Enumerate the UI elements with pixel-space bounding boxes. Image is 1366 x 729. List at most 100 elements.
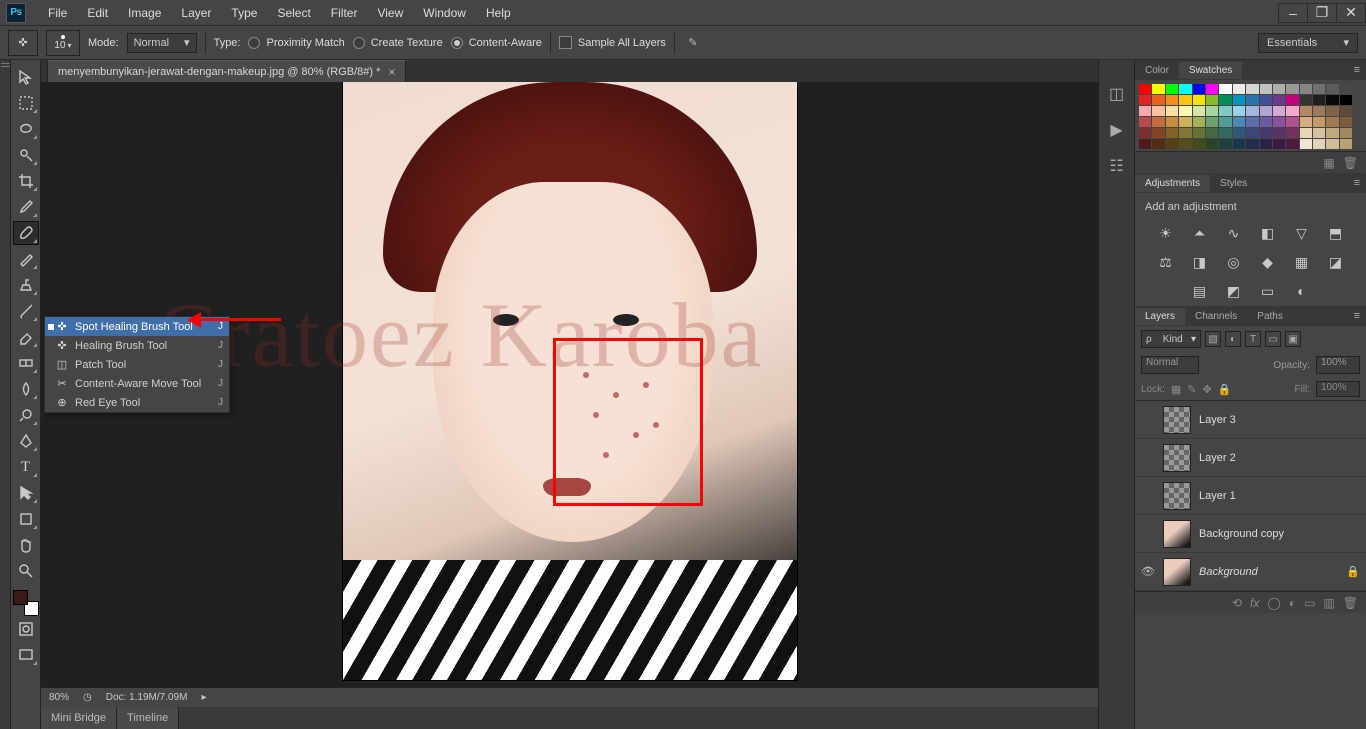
swatch[interactable]	[1179, 128, 1191, 138]
blur-tool[interactable]	[13, 377, 39, 401]
swatch[interactable]	[1206, 139, 1218, 149]
shape-tool[interactable]	[13, 507, 39, 531]
swatch-grid[interactable]	[1139, 84, 1362, 149]
pressure-size-icon[interactable]: ✎	[683, 33, 703, 53]
panel-menu-icon[interactable]: ≡	[1348, 64, 1366, 76]
swatch[interactable]	[1273, 95, 1285, 105]
swatch[interactable]	[1152, 84, 1164, 94]
mask-icon[interactable]: ◯	[1267, 596, 1280, 610]
swatch[interactable]	[1326, 84, 1338, 94]
flyout-red-eye[interactable]: ⊕ Red Eye Tool J	[45, 393, 229, 412]
adjustment-layer-icon[interactable]: ◐	[1289, 596, 1296, 610]
swatch[interactable]	[1233, 128, 1245, 138]
foreground-background-colors[interactable]	[13, 590, 39, 616]
lock-position-icon[interactable]: ✥	[1203, 383, 1212, 396]
tab-channels[interactable]: Channels	[1185, 308, 1247, 325]
swatch[interactable]	[1260, 106, 1272, 116]
swatch[interactable]	[1152, 128, 1164, 138]
menu-filter[interactable]: Filter	[321, 2, 368, 24]
tab-styles[interactable]: Styles	[1210, 175, 1257, 192]
swatch[interactable]	[1300, 117, 1312, 127]
swatch[interactable]	[1152, 106, 1164, 116]
swatch[interactable]	[1340, 117, 1352, 127]
swatch[interactable]	[1206, 117, 1218, 127]
radio-texture[interactable]: Create Texture	[353, 37, 443, 49]
swatch[interactable]	[1166, 128, 1178, 138]
zoom-value[interactable]: 80%	[49, 692, 69, 703]
minimize-button[interactable]: –	[1278, 3, 1308, 23]
swatch[interactable]	[1260, 117, 1272, 127]
swatch[interactable]	[1233, 95, 1245, 105]
fx-icon[interactable]: fx	[1250, 596, 1259, 610]
posterize-icon[interactable]: ▤	[1191, 283, 1209, 300]
filter-pixel-icon[interactable]: ▧	[1205, 331, 1221, 347]
document-tab[interactable]: menyembunyikan-jerawat-dengan-makeup.jpg…	[47, 60, 406, 82]
swatch[interactable]	[1219, 95, 1231, 105]
menu-type[interactable]: Type	[221, 2, 267, 24]
tab-layers[interactable]: Layers	[1135, 308, 1185, 325]
screen-mode-toggle[interactable]	[13, 643, 39, 667]
swatch[interactable]	[1219, 139, 1231, 149]
balance-icon[interactable]: ⚖	[1157, 254, 1175, 271]
panel-menu-icon[interactable]: ≡	[1348, 177, 1366, 189]
invert-icon[interactable]: ◪	[1327, 254, 1345, 271]
swatch[interactable]	[1273, 139, 1285, 149]
fill-input[interactable]: 100%	[1316, 381, 1360, 397]
swatch[interactable]	[1246, 128, 1258, 138]
tab-paths[interactable]: Paths	[1247, 308, 1293, 325]
radio-proximity[interactable]: Proximity Match	[248, 37, 344, 49]
swatch[interactable]	[1286, 95, 1298, 105]
eyedropper-tool[interactable]	[13, 195, 39, 219]
swatch[interactable]	[1233, 106, 1245, 116]
tab-color[interactable]: Color	[1135, 62, 1179, 79]
swatch[interactable]	[1300, 106, 1312, 116]
swatch[interactable]	[1193, 117, 1205, 127]
dodge-tool[interactable]	[13, 403, 39, 427]
menu-select[interactable]: Select	[267, 2, 320, 24]
swatch[interactable]	[1179, 139, 1191, 149]
swatch[interactable]	[1206, 95, 1218, 105]
visibility-toggle[interactable]: 👁	[1141, 565, 1155, 578]
panel-menu-icon[interactable]: ≡	[1348, 310, 1366, 322]
history-brush-tool[interactable]	[13, 299, 39, 323]
quick-select-tool[interactable]	[13, 143, 39, 167]
tab-mini-bridge[interactable]: Mini Bridge	[41, 707, 117, 729]
close-button[interactable]: ✕	[1336, 3, 1366, 23]
swatch[interactable]	[1219, 128, 1231, 138]
sample-all-layers-toggle[interactable]: Sample All Layers	[559, 36, 666, 49]
curves-icon[interactable]: ∿	[1225, 225, 1243, 242]
workspace-picker[interactable]: Essentials ▾	[1258, 33, 1358, 53]
swatch[interactable]	[1326, 117, 1338, 127]
eraser-tool[interactable]	[13, 325, 39, 349]
menu-help[interactable]: Help	[476, 2, 521, 24]
swatch[interactable]	[1286, 84, 1298, 94]
swatch[interactable]	[1260, 128, 1272, 138]
layer-item[interactable]: Layer 3	[1135, 401, 1366, 439]
swatch[interactable]	[1246, 139, 1258, 149]
quick-mask-toggle[interactable]	[13, 617, 39, 641]
swatch[interactable]	[1313, 128, 1325, 138]
swatch[interactable]	[1233, 139, 1245, 149]
history-panel-icon[interactable]: ◫	[1107, 84, 1127, 102]
swatch[interactable]	[1179, 117, 1191, 127]
crop-tool[interactable]	[13, 169, 39, 193]
filter-smart-icon[interactable]: ▣	[1285, 331, 1301, 347]
blend-mode-select[interactable]: Normal	[1141, 356, 1199, 374]
menu-view[interactable]: View	[367, 2, 413, 24]
menu-file[interactable]: File	[38, 2, 77, 24]
status-sync-icon[interactable]: ◷	[83, 692, 92, 703]
levels-icon[interactable]: ⏶	[1191, 225, 1209, 242]
clone-stamp-tool[interactable]	[13, 273, 39, 297]
swatch[interactable]	[1166, 106, 1178, 116]
threshold-icon[interactable]: ◩	[1225, 283, 1243, 300]
swatch[interactable]	[1206, 84, 1218, 94]
chevron-right-icon[interactable]: ▸	[201, 692, 206, 703]
swatch[interactable]	[1300, 95, 1312, 105]
swatch[interactable]	[1340, 106, 1352, 116]
swatch[interactable]	[1273, 117, 1285, 127]
swatch[interactable]	[1340, 139, 1352, 149]
brush-size-picker[interactable]: 10 ▾	[46, 30, 80, 56]
swatch[interactable]	[1193, 128, 1205, 138]
gradmap-icon[interactable]: ▭	[1259, 283, 1277, 300]
swatch[interactable]	[1139, 117, 1151, 127]
